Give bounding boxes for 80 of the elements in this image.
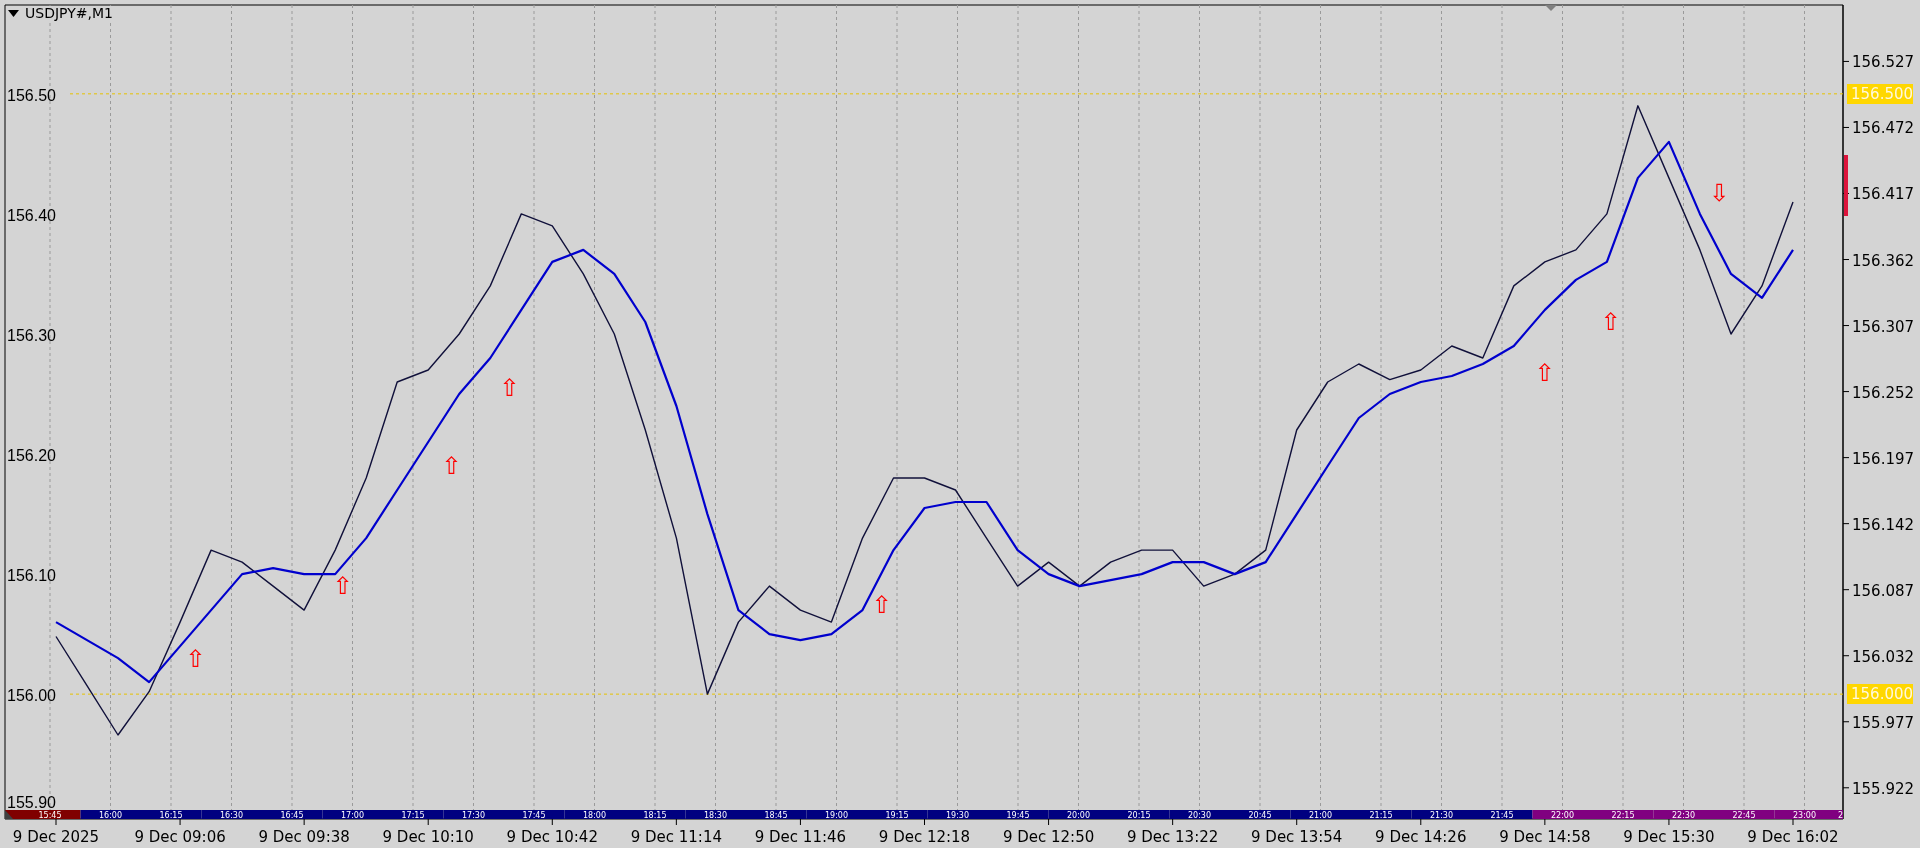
time-axis-label: 9 Dec 16:02 (1747, 828, 1839, 846)
session-time-label: 20:00 (1066, 810, 1091, 820)
session-time-label: 22:45 (1732, 810, 1756, 820)
session-time-label: 17:15 (401, 810, 425, 820)
arrow-signal: ⇧ (441, 451, 462, 480)
time-axis-label: 9 Dec 14:58 (1499, 828, 1591, 846)
time-axis-label: 9 Dec 10:10 (382, 828, 474, 846)
session-time-label: 15:45 (38, 810, 62, 820)
session-time-label: 16:30 (219, 810, 244, 820)
arrow-signal: ⇧ (1534, 359, 1555, 388)
price-axis-label: 155.977 (1852, 713, 1915, 732)
session-time-label: 22:15 (1611, 810, 1635, 820)
session-time-label: 23:00 (1792, 810, 1817, 820)
time-axis-label: 9 Dec 10:42 (506, 828, 598, 846)
arrow-signal: ⇧ (332, 571, 353, 600)
price-axis-label: 156.252 (1852, 383, 1915, 402)
price-grid-label: 156.10 (7, 567, 56, 585)
session-time-label: 20:30 (1187, 810, 1212, 820)
arrow-signal: ⇧ (185, 645, 206, 674)
time-axis-label: 9 Dec 14:26 (1375, 828, 1467, 846)
price-level-tag: 156.000 (1847, 684, 1913, 705)
price-axis-label: 156.527 (1852, 53, 1915, 72)
arrow-signal: ⇧ (1600, 307, 1621, 336)
price-grid-label: 156.50 (7, 86, 56, 104)
price-axis-label: 156.032 (1852, 647, 1915, 666)
price-axis-label: 156.197 (1852, 449, 1915, 468)
session-time-label: 17:45 (522, 810, 546, 820)
price-axis-label: 156.472 (1852, 119, 1915, 138)
session-time-label: 20:45 (1248, 810, 1272, 820)
time-axis-label: 9 Dec 09:06 (134, 828, 226, 846)
chart-title: USDJPY#,M1 (25, 6, 113, 20)
chart-shift-icon[interactable] (1545, 5, 1557, 11)
price-grid-label: 155.90 (7, 794, 56, 811)
session-time-label: 17:30 (461, 810, 486, 820)
time-axis-label: 9 Dec 12:18 (878, 828, 971, 846)
price-grid-label: 156.20 (7, 447, 56, 464)
time-axis-label: 9 Dec 2025 (12, 828, 100, 846)
price-grid-label: 156.30 (7, 326, 56, 344)
session-time-label: 20:15 (1127, 810, 1151, 820)
session-time-label: 2 (1838, 810, 1844, 820)
arrow-signal: ⇩ (1709, 179, 1730, 208)
session-time-label: 19:30 (945, 810, 970, 820)
scroll-marker-icon (5, 810, 13, 819)
time-axis-label: 9 Dec 15:30 (1623, 828, 1715, 846)
session-time-label: 22:00 (1550, 810, 1575, 820)
arrow-signal: ⇧ (871, 591, 892, 620)
session-time-label: 21:15 (1369, 810, 1393, 820)
time-axis-label: 9 Dec 13:22 (1126, 828, 1219, 846)
session-time-label: 19:45 (1006, 810, 1030, 820)
session-time-label: 18:15 (643, 810, 667, 820)
session-time-label: 18:45 (764, 810, 788, 820)
session-time-label: 16:15 (159, 810, 183, 820)
session-time-label: 22:30 (1671, 810, 1696, 820)
price-axis-label: 156.142 (1852, 515, 1915, 534)
price-axis-label: 155.922 (1852, 779, 1915, 798)
session-time-label: 16:00 (98, 810, 123, 820)
time-axis-label: 9 Dec 11:14 (630, 828, 723, 846)
price-level-tag: 156.500 (1847, 83, 1913, 104)
session-time-label: 19:15 (885, 810, 909, 820)
session-time-label: 17:00 (340, 810, 365, 820)
time-axis-label: 9 Dec 09:38 (258, 828, 350, 846)
session-time-label: 19:00 (824, 810, 849, 820)
dropdown-icon[interactable] (8, 9, 19, 17)
price-grid-label: 156.40 (7, 206, 56, 224)
price-axis-label: 156.362 (1852, 251, 1915, 270)
session-time-label: 16:45 (280, 810, 304, 820)
session-time-label: 18:30 (703, 810, 728, 820)
arrow-signal: ⇧ (499, 373, 520, 402)
session-time-label: 18:00 (582, 810, 607, 820)
time-axis-label: 9 Dec 12:50 (1002, 828, 1095, 846)
time-axis-label: 9 Dec 13:54 (1251, 828, 1343, 846)
time-axis-label: 9 Dec 11:46 (754, 828, 847, 846)
price-axis-label: 156.417 (1852, 185, 1915, 204)
price-grid-label: 156.00 (7, 687, 56, 705)
session-time-label: 21:45 (1490, 810, 1514, 820)
bid-marker (1844, 155, 1848, 216)
price-axis-label: 156.087 (1852, 581, 1915, 600)
session-time-label: 21:30 (1429, 810, 1454, 820)
session-time-label: 21:00 (1308, 810, 1333, 820)
price-axis-label: 156.307 (1852, 317, 1915, 336)
